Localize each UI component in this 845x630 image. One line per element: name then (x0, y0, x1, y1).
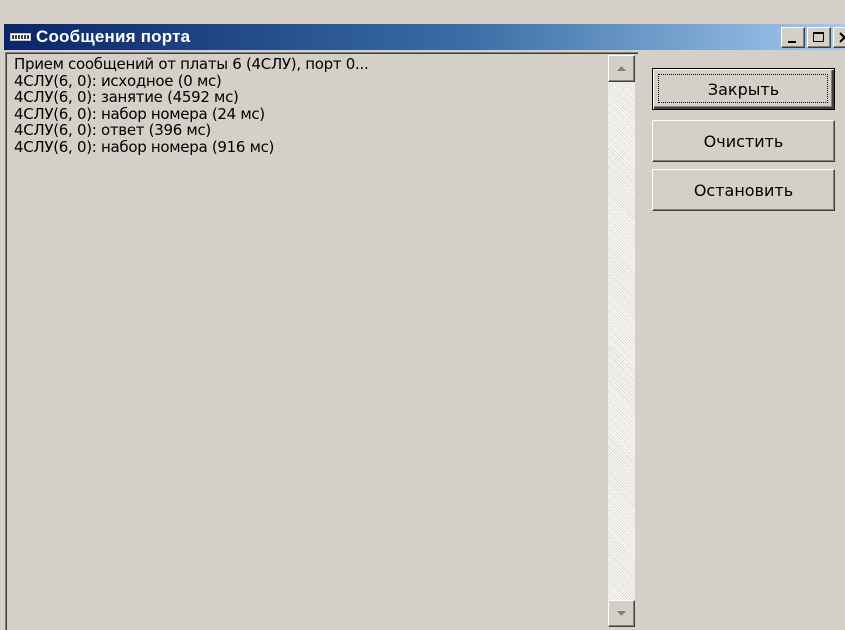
focus-rectangle (658, 74, 828, 103)
vertical-scrollbar[interactable] (608, 55, 635, 627)
arrow-up-icon (617, 66, 626, 71)
maximize-icon (813, 32, 824, 42)
messages-log: Прием сообщений от платы 6 (4СЛУ), порт … (14, 56, 594, 155)
window-title: Сообщения порта (36, 27, 191, 46)
log-line: Прием сообщений от платы 6 (4СЛУ), порт … (14, 55, 369, 73)
caption-buttons (781, 27, 845, 48)
log-line: 4СЛУ(6, 0): набор номера (24 мс) (14, 104, 265, 123)
log-line: 4СЛУ(6, 0): ответ (396 мс) (14, 121, 211, 139)
close-window-button[interactable] (833, 27, 845, 48)
log-line: 4СЛУ(6, 0): набор номера (916 мс) (14, 137, 275, 156)
maximize-button[interactable] (807, 27, 831, 48)
title-bar[interactable]: Сообщения порта (4, 24, 845, 50)
close-icon (839, 32, 845, 43)
clear-button-label: Очистить (703, 131, 784, 151)
stop-button-label: Остановить (693, 180, 794, 200)
log-line: 4СЛУ(6, 0): исходное (0 мс) (14, 71, 222, 90)
minimize-button[interactable] (781, 27, 805, 48)
scroll-down-button[interactable] (608, 600, 635, 627)
minimize-icon (788, 41, 796, 43)
port-monitor-icon (10, 31, 32, 43)
close-button[interactable]: Закрыть (652, 68, 835, 110)
port-messages-window: Сообщения порта Прием сообщений от платы… (0, 0, 845, 630)
scroll-up-button[interactable] (608, 55, 635, 82)
stop-button[interactable]: Остановить (652, 169, 835, 211)
log-line: 4СЛУ(6, 0): занятие (4592 мс) (14, 88, 239, 106)
arrow-down-icon (617, 611, 626, 616)
clear-button[interactable]: Очистить (652, 120, 835, 162)
